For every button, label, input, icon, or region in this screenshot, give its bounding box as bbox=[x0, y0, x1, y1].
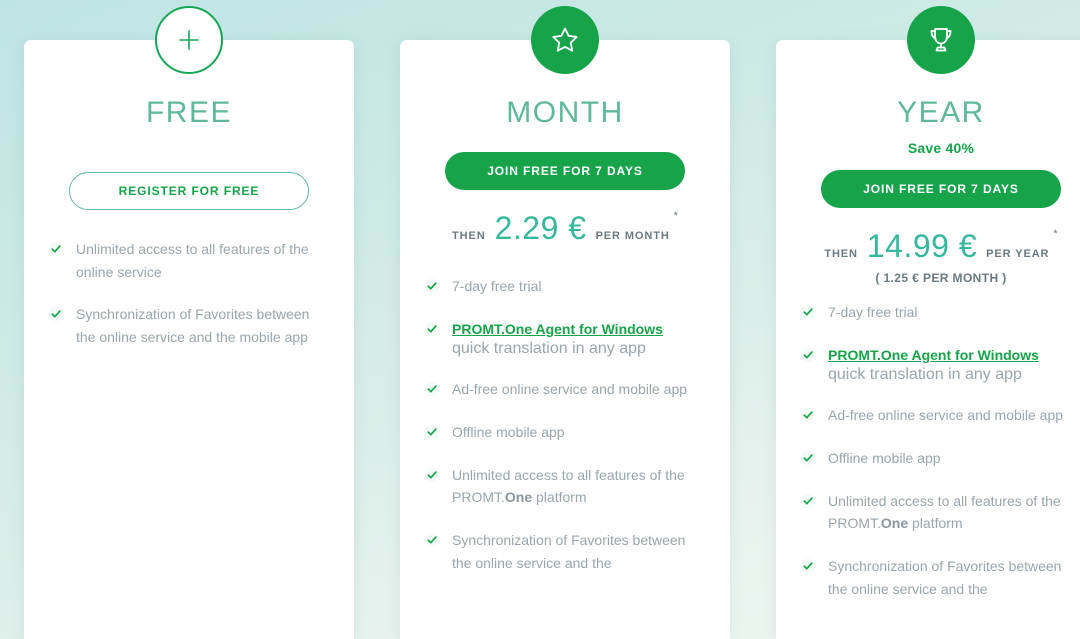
check-icon bbox=[800, 407, 816, 423]
list-item: 7-day free trial bbox=[800, 301, 1080, 324]
check-icon bbox=[424, 278, 440, 294]
price-row-month: THEN 2.29 € PER MONTH * bbox=[424, 210, 706, 247]
join-button-wrap-month: JOIN FREE FOR 7 DAYS bbox=[424, 130, 706, 190]
list-item: Synchronization of Favorites between the… bbox=[424, 529, 706, 574]
price-period-label: PER MONTH bbox=[595, 230, 670, 242]
check-icon bbox=[800, 347, 816, 363]
price-amount: 2.29 € bbox=[494, 210, 587, 246]
feature-text: PROMT.One Agent for Windows quick transl… bbox=[828, 344, 1039, 385]
feature-note: quick translation in any app bbox=[452, 340, 646, 358]
pricing-cards-container: FREE REGISTER FOR FREE Unlimited access … bbox=[0, 0, 1080, 639]
feature-list-month: 7-day free trial PROMT.One Agent for Win… bbox=[424, 275, 706, 574]
pricing-card-year: YEAR Save 40% JOIN FREE FOR 7 DAYS THEN … bbox=[776, 6, 1080, 639]
plan-title-free: FREE bbox=[145, 96, 232, 129]
feature-text: Synchronization of Favorites between the… bbox=[76, 306, 310, 346]
trophy-icon bbox=[907, 6, 975, 74]
register-button-wrap: REGISTER FOR FREE bbox=[48, 130, 330, 210]
promt-one-agent-link[interactable]: PROMT.One Agent for Windows bbox=[828, 344, 1039, 367]
star-icon bbox=[531, 6, 599, 74]
join-free-7-days-button[interactable]: JOIN FREE FOR 7 DAYS bbox=[445, 152, 685, 190]
price-then-label: THEN bbox=[824, 248, 858, 260]
plan-title-month: MONTH bbox=[506, 96, 624, 129]
price-then-label: THEN bbox=[452, 230, 486, 242]
check-icon bbox=[424, 424, 440, 440]
check-icon bbox=[800, 493, 816, 509]
list-item: Unlimited access to all features of the … bbox=[424, 464, 706, 509]
price-amount: 14.99 € bbox=[866, 228, 978, 264]
feature-list-year: 7-day free trial PROMT.One Agent for Win… bbox=[800, 301, 1080, 600]
list-item: Offline mobile app bbox=[800, 447, 1080, 470]
check-icon bbox=[424, 467, 440, 483]
list-item: Ad-free online service and mobile app bbox=[800, 404, 1080, 427]
check-icon bbox=[424, 381, 440, 397]
feature-text: Offline mobile app bbox=[828, 450, 941, 467]
list-item: Synchronization of Favorites between the… bbox=[800, 555, 1080, 600]
list-item: PROMT.One Agent for Windows quick transl… bbox=[800, 344, 1080, 385]
feature-text: Ad-free online service and mobile app bbox=[452, 381, 688, 398]
list-item: Unlimited access to all features of the … bbox=[48, 238, 330, 283]
check-icon bbox=[800, 304, 816, 320]
price-footnote-asterisk: * bbox=[1053, 228, 1058, 240]
feature-text: Unlimited access to all features of the … bbox=[452, 466, 685, 506]
pricing-card-month: MONTH JOIN FREE FOR 7 DAYS THEN 2.29 € P… bbox=[400, 6, 730, 639]
feature-note: quick translation in any app bbox=[828, 366, 1022, 384]
pricing-card-free: FREE REGISTER FOR FREE Unlimited access … bbox=[24, 6, 354, 639]
list-item: Ad-free online service and mobile app bbox=[424, 378, 706, 401]
feature-list-free: Unlimited access to all features of the … bbox=[48, 238, 330, 349]
check-icon bbox=[48, 306, 64, 322]
price-period-label: PER YEAR bbox=[986, 248, 1050, 260]
feature-text: PROMT.One Agent for Windows quick transl… bbox=[452, 318, 663, 359]
price-footnote-asterisk: * bbox=[673, 210, 678, 222]
feature-text: Unlimited access to all features of the … bbox=[76, 241, 309, 280]
feature-text: Unlimited access to all features of the … bbox=[828, 492, 1061, 532]
feature-text: Offline mobile app bbox=[452, 424, 565, 441]
list-item: Unlimited access to all features of the … bbox=[800, 490, 1080, 535]
plus-icon bbox=[155, 6, 223, 74]
check-icon bbox=[48, 241, 64, 257]
list-item: Offline mobile app bbox=[424, 421, 706, 444]
plan-title-year: YEAR bbox=[897, 96, 985, 129]
save-badge: Save 40% bbox=[907, 140, 975, 156]
price-monthly-equivalent: ( 1.25 € PER MONTH ) bbox=[875, 271, 1007, 285]
feature-text: 7-day free trial bbox=[452, 278, 542, 294]
register-for-free-button[interactable]: REGISTER FOR FREE bbox=[69, 172, 309, 210]
check-icon bbox=[424, 532, 440, 548]
feature-text: Synchronization of Favorites between the… bbox=[828, 558, 1062, 597]
check-icon bbox=[800, 558, 816, 574]
join-button-wrap-year: JOIN FREE FOR 7 DAYS bbox=[800, 156, 1080, 208]
feature-text: 7-day free trial bbox=[828, 304, 918, 320]
promt-one-agent-link[interactable]: PROMT.One Agent for Windows bbox=[452, 318, 663, 341]
list-item: Synchronization of Favorites between the… bbox=[48, 303, 330, 348]
feature-text: Synchronization of Favorites between the… bbox=[452, 532, 686, 571]
list-item: 7-day free trial bbox=[424, 275, 706, 298]
price-row-year: THEN 14.99 € PER YEAR * bbox=[800, 228, 1080, 265]
join-free-7-days-button[interactable]: JOIN FREE FOR 7 DAYS bbox=[821, 170, 1061, 208]
check-icon bbox=[424, 321, 440, 337]
list-item: PROMT.One Agent for Windows quick transl… bbox=[424, 318, 706, 359]
feature-text: Ad-free online service and mobile app bbox=[828, 407, 1064, 424]
check-icon bbox=[800, 450, 816, 466]
